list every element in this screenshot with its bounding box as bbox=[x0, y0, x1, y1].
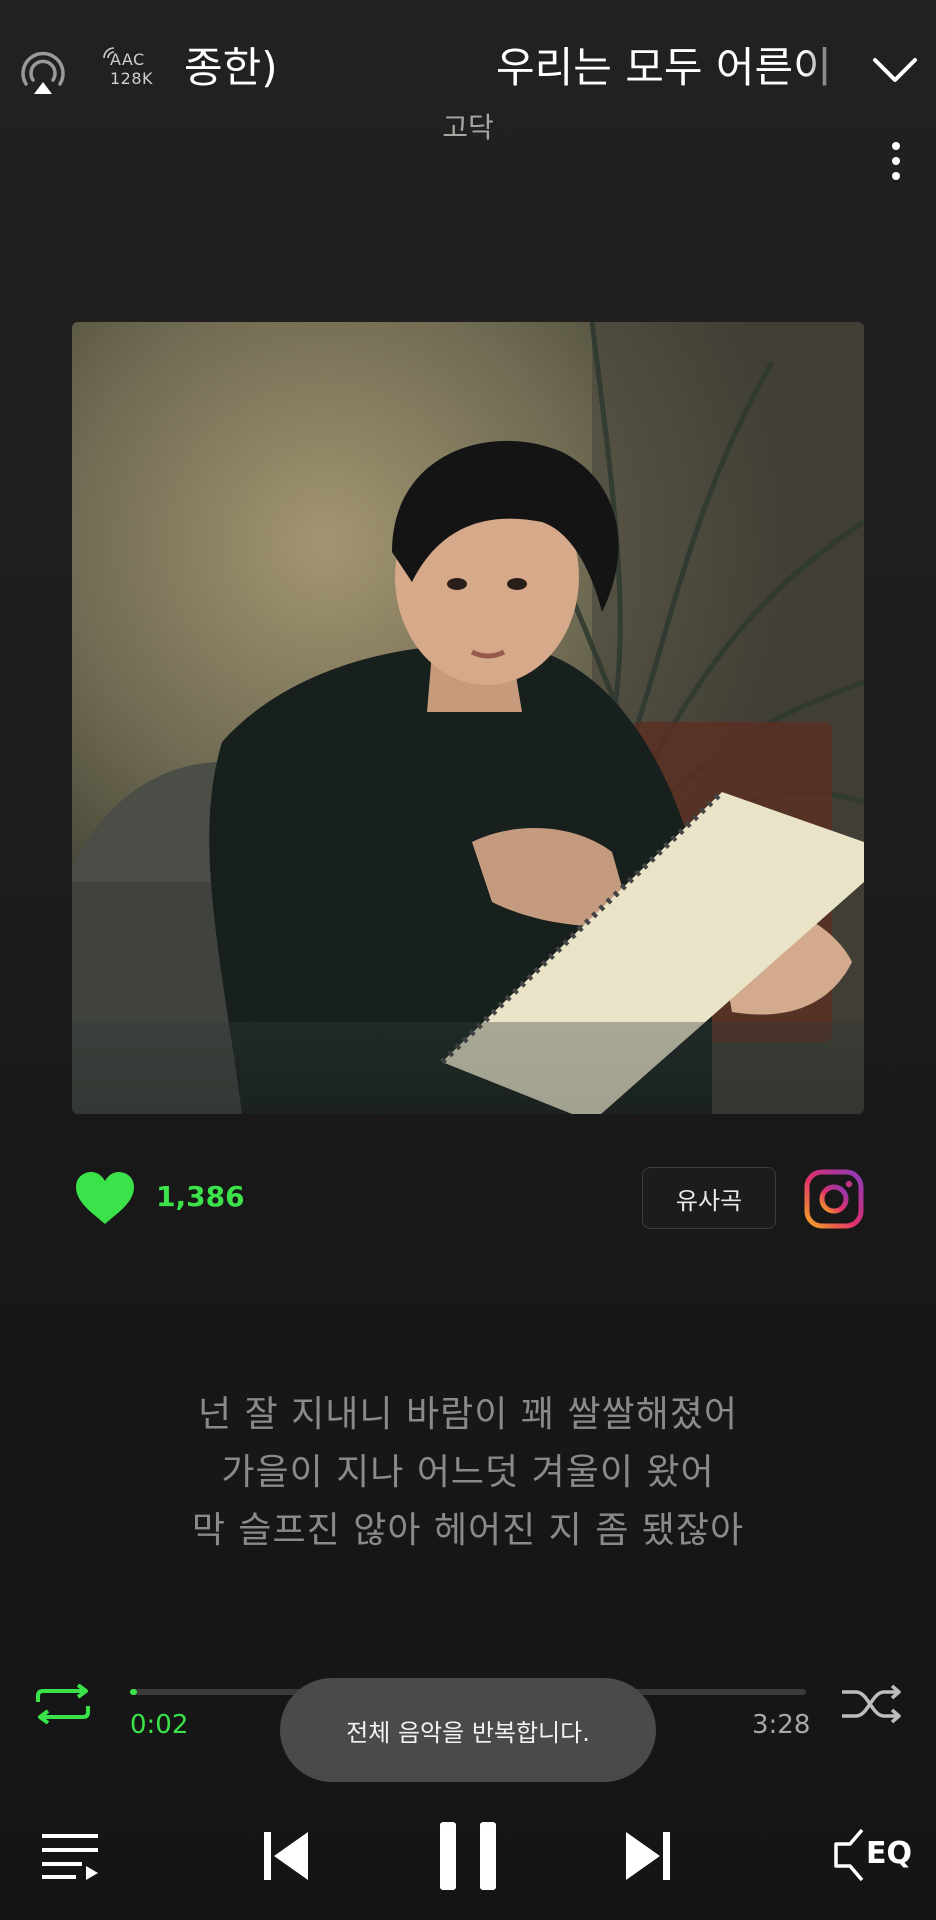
album-art bbox=[72, 322, 864, 1114]
repeat-icon[interactable] bbox=[30, 1683, 96, 1725]
song-title-tail: 종한) bbox=[184, 43, 278, 92]
cast-icon[interactable] bbox=[16, 44, 70, 98]
eq-label: EQ bbox=[866, 1836, 912, 1871]
toast-message: 전체 음악을 반복합니다. bbox=[280, 1678, 656, 1782]
like-count: 1,386 bbox=[156, 1180, 245, 1213]
total-time: 3:28 bbox=[752, 1710, 811, 1740]
similar-songs-button[interactable]: 유사곡 bbox=[642, 1167, 776, 1229]
more-vertical-icon[interactable] bbox=[886, 138, 906, 184]
progress-fill bbox=[130, 1689, 137, 1695]
lyric-line: 가을이 지나 어느덧 겨울이 왔어 bbox=[221, 1452, 715, 1493]
song-title-head: 우리는 모두 어른이 bbox=[496, 43, 832, 92]
chevron-down-icon[interactable] bbox=[870, 52, 920, 88]
lyric-line: 넌 잘 지내니 바람이 꽤 쌀쌀해졌어 bbox=[198, 1394, 738, 1435]
lyric-line: 막 슬프진 않아 헤어진 지 좀 됐잖아 bbox=[191, 1510, 745, 1551]
skip-previous-icon[interactable] bbox=[262, 1830, 310, 1882]
codec-format: AAC bbox=[110, 50, 145, 69]
now-playing-screen: AAC 128K 종한) 우리는 모두 어른이 고닥 1,386 유사곡 넌 잘… bbox=[0, 0, 936, 1920]
instagram-icon[interactable] bbox=[804, 1169, 864, 1229]
equalizer-icon[interactable]: EQ bbox=[832, 1826, 916, 1884]
elapsed-time: 0:02 bbox=[130, 1710, 189, 1740]
shuffle-icon[interactable] bbox=[838, 1684, 904, 1724]
title-fade bbox=[804, 36, 844, 100]
wireless-codec-icon: AAC 128K bbox=[100, 44, 160, 94]
lyrics-panel[interactable]: 넌 잘 지내니 바람이 꽤 쌀쌀해졌어 가을이 지나 어느덧 겨울이 왔어 막 … bbox=[0, 1386, 936, 1560]
artist-name[interactable]: 고닥 bbox=[0, 106, 936, 146]
skip-next-icon[interactable] bbox=[624, 1830, 672, 1882]
heart-icon[interactable] bbox=[74, 1170, 136, 1226]
codec-bitrate: 128K bbox=[110, 69, 154, 88]
pause-icon[interactable] bbox=[438, 1820, 498, 1892]
song-title: 종한) 우리는 모두 어른이 bbox=[184, 36, 844, 100]
playlist-icon[interactable] bbox=[40, 1830, 100, 1882]
